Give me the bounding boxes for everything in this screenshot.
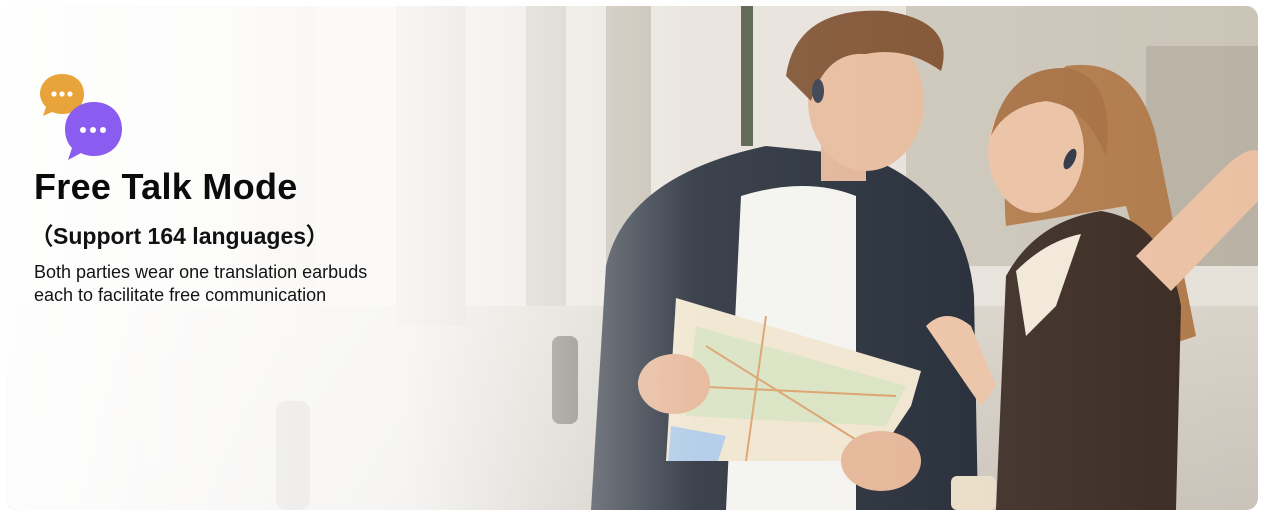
scene-illustration [6, 6, 1258, 510]
banner-title: Free Talk Mode [34, 166, 298, 207]
chat-bubbles-icon [40, 74, 122, 160]
banner-description: Both parties wear one translation earbud… [34, 261, 464, 307]
banner-subtitle: （Support 164 languages） [30, 223, 330, 249]
promo-banner: Free Talk Mode （Support 164 languages） B… [6, 6, 1258, 510]
description-line-1: Both parties wear one translation earbud… [34, 262, 368, 282]
description-line-2: each to facilitate free communication [34, 285, 327, 305]
